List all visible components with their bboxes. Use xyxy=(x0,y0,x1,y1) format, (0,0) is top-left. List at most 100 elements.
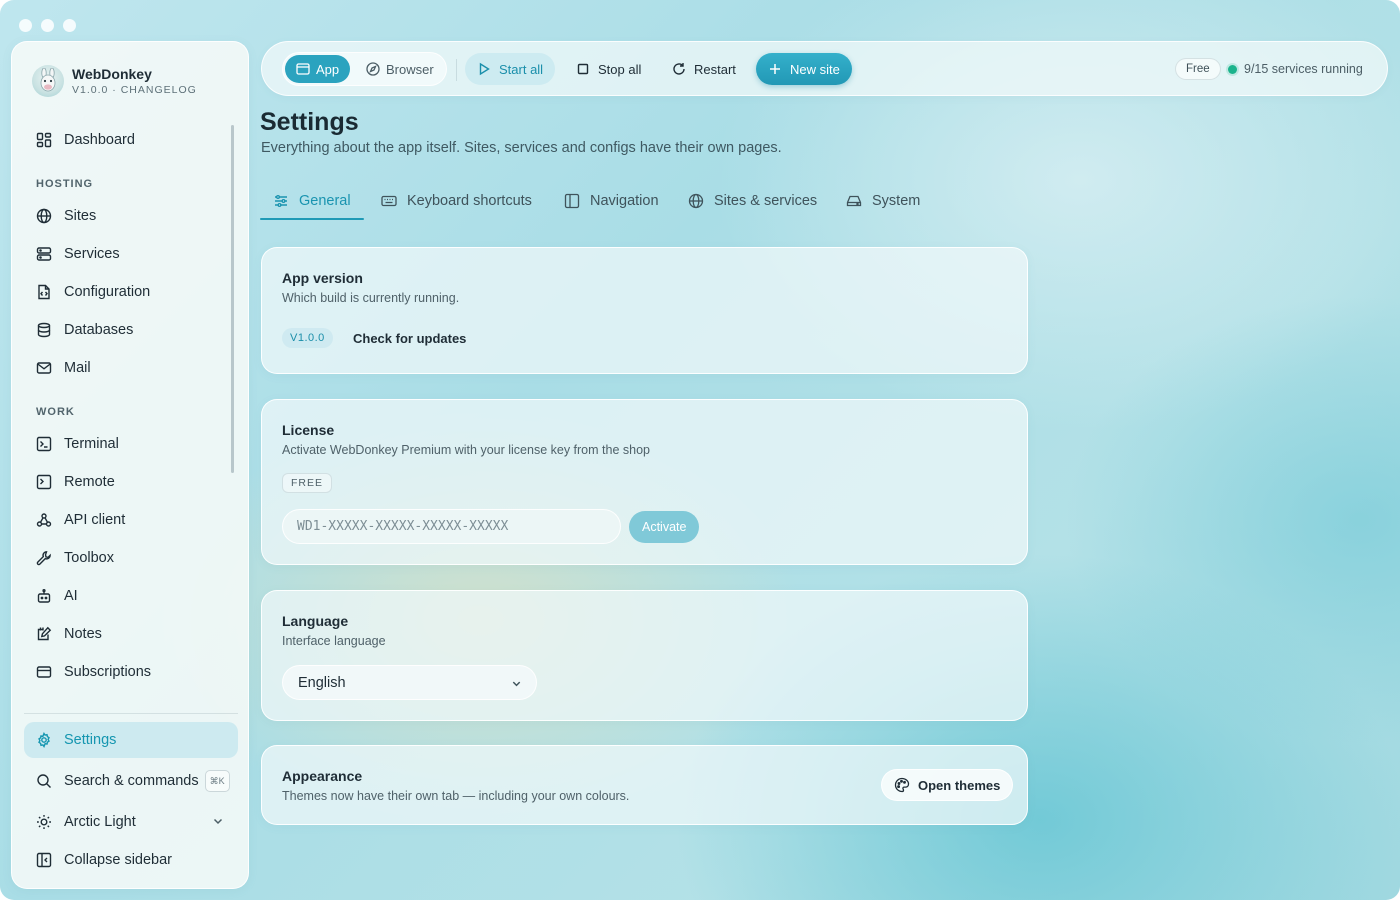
card-title: Appearance xyxy=(282,768,363,784)
drive-icon xyxy=(846,195,862,206)
sidebar-item-services[interactable]: Services xyxy=(24,236,238,272)
tab-general[interactable]: General xyxy=(273,183,351,218)
sidebar-item-dashboard[interactable]: Dashboard xyxy=(24,122,238,158)
card-description: Which build is currently running. xyxy=(282,291,460,305)
collapse-sidebar-button[interactable]: Collapse sidebar xyxy=(24,842,238,878)
check-updates-button[interactable]: Check for updates xyxy=(353,328,466,348)
shortcut-hint: ⌘K xyxy=(204,770,230,792)
card-title: Language xyxy=(282,613,349,629)
card-description: Interface language xyxy=(282,634,386,648)
theme-switcher[interactable]: Arctic Light xyxy=(24,804,238,840)
card-title: App version xyxy=(282,270,363,286)
appearance-card: Appearance Themes now have their own tab… xyxy=(261,745,1028,825)
app-version-card: App version Which build is currently run… xyxy=(261,247,1028,374)
search-icon xyxy=(36,773,52,789)
new-site-label: New site xyxy=(790,61,840,77)
sun-icon xyxy=(36,814,52,830)
mail-icon xyxy=(36,360,52,376)
restart-button[interactable]: Restart xyxy=(660,53,748,85)
tab-label: Navigation xyxy=(590,192,659,209)
keyboard-icon xyxy=(381,195,397,206)
card-description: Themes now have their own tab — includin… xyxy=(282,789,630,803)
tab-label: Keyboard shortcuts xyxy=(407,192,532,209)
sidebar-item-subscriptions[interactable]: Subscriptions xyxy=(24,654,238,690)
sidebar-item-configuration[interactable]: Configuration xyxy=(24,274,238,310)
sidebar-item-label: Configuration xyxy=(64,284,151,300)
sidebar-item-label: Notes xyxy=(64,626,102,642)
sidebar-item-api-client[interactable]: API client xyxy=(24,502,238,538)
services-status[interactable]: 9/15 services running xyxy=(1228,58,1363,80)
maximize-window-button[interactable] xyxy=(63,19,76,32)
tab-keyboard-shortcuts[interactable]: Keyboard shortcuts xyxy=(381,183,532,218)
database-icon xyxy=(36,322,52,338)
sidebar-item-label: API client xyxy=(64,512,126,528)
bot-icon xyxy=(36,588,52,604)
refresh-icon xyxy=(673,63,685,75)
theme-name: Arctic Light xyxy=(64,814,136,830)
language-select[interactable]: English xyxy=(282,665,537,700)
app-window: WebDonkey V1.0.0 · CHANGELOG Dashboard H… xyxy=(0,0,1400,900)
sidebar-item-label: Terminal xyxy=(64,436,119,452)
chevron-down-icon xyxy=(213,818,223,825)
app-name: WebDonkey xyxy=(72,65,152,82)
nav-section-work: WORK xyxy=(36,406,75,418)
sidebar-item-label: AI xyxy=(64,588,78,604)
open-themes-button[interactable]: Open themes xyxy=(881,769,1014,801)
sidebar-layout-icon xyxy=(564,193,580,208)
sidebar-item-sites[interactable]: Sites xyxy=(24,198,238,234)
settings-tabs: General Keyboard shortcuts Navigation Si… xyxy=(260,183,960,220)
new-site-button[interactable]: New site xyxy=(756,53,852,85)
tab-label: Sites & services xyxy=(714,192,818,209)
sidebar-item-ai[interactable]: AI xyxy=(24,578,238,614)
card-icon xyxy=(36,664,52,680)
page-title: Settings xyxy=(260,108,359,136)
app-version-changelog[interactable]: V1.0.0 · CHANGELOG xyxy=(72,83,197,97)
sidebar-item-terminal[interactable]: Terminal xyxy=(24,426,238,462)
nav-section-hosting: HOSTING xyxy=(36,178,94,190)
start-all-button[interactable]: Start all xyxy=(465,53,556,85)
sidebar-item-databases[interactable]: Databases xyxy=(24,312,238,348)
config-file-icon xyxy=(36,284,52,300)
remote-icon xyxy=(36,474,52,490)
stop-all-button[interactable]: Stop all xyxy=(564,53,653,85)
sidebar-item-label: Search & commands xyxy=(64,773,199,789)
sidebar-item-toolbox[interactable]: Toolbox xyxy=(24,540,238,576)
window-controls xyxy=(19,19,76,32)
app-window-icon xyxy=(296,63,310,75)
server-icon xyxy=(36,246,52,262)
mode-browser-button[interactable]: Browser xyxy=(355,55,445,83)
sidebar-item-label: Remote xyxy=(64,474,115,490)
wrench-icon xyxy=(36,550,52,566)
sliders-icon xyxy=(275,194,287,207)
activate-button[interactable]: Activate xyxy=(629,511,700,543)
sidebar-item-search-commands[interactable]: Search & commands ⌘K xyxy=(24,763,238,799)
globe-icon xyxy=(688,193,704,208)
sidebar-divider xyxy=(24,713,238,714)
license-card: License Activate WebDonkey Premium with … xyxy=(261,399,1028,565)
sidebar-item-label: Toolbox xyxy=(64,550,114,566)
open-themes-label: Open themes xyxy=(918,777,1001,793)
sidebar-item-label: Mail xyxy=(64,360,91,376)
minimize-window-button[interactable] xyxy=(41,19,54,32)
tab-navigation[interactable]: Navigation xyxy=(564,183,659,218)
sidebar: WebDonkey V1.0.0 · CHANGELOG Dashboard H… xyxy=(11,41,249,889)
brand[interactable]: WebDonkey V1.0.0 · CHANGELOG xyxy=(32,65,197,97)
stop-all-label: Stop all xyxy=(598,61,642,77)
page-subtitle: Everything about the app itself. Sites, … xyxy=(261,140,782,156)
sidebar-item-label: Dashboard xyxy=(64,132,135,148)
gear-icon xyxy=(36,732,52,748)
tab-system[interactable]: System xyxy=(846,183,920,218)
sidebar-item-remote[interactable]: Remote xyxy=(24,464,238,500)
dashboard-icon xyxy=(36,132,52,148)
sidebar-item-mail[interactable]: Mail xyxy=(24,350,238,386)
webhook-icon xyxy=(36,512,52,528)
plan-chip: FREE xyxy=(282,473,333,493)
sidebar-item-label: Databases xyxy=(64,322,134,338)
sidebar-item-settings[interactable]: Settings xyxy=(24,722,238,758)
mode-app-button[interactable]: App xyxy=(285,55,351,83)
tab-sites-services[interactable]: Sites & services xyxy=(688,183,817,218)
close-window-button[interactable] xyxy=(19,19,32,32)
sidebar-item-notes[interactable]: Notes xyxy=(24,616,238,652)
mode-browser-label: Browser xyxy=(386,61,434,77)
license-key-input[interactable] xyxy=(282,509,621,544)
